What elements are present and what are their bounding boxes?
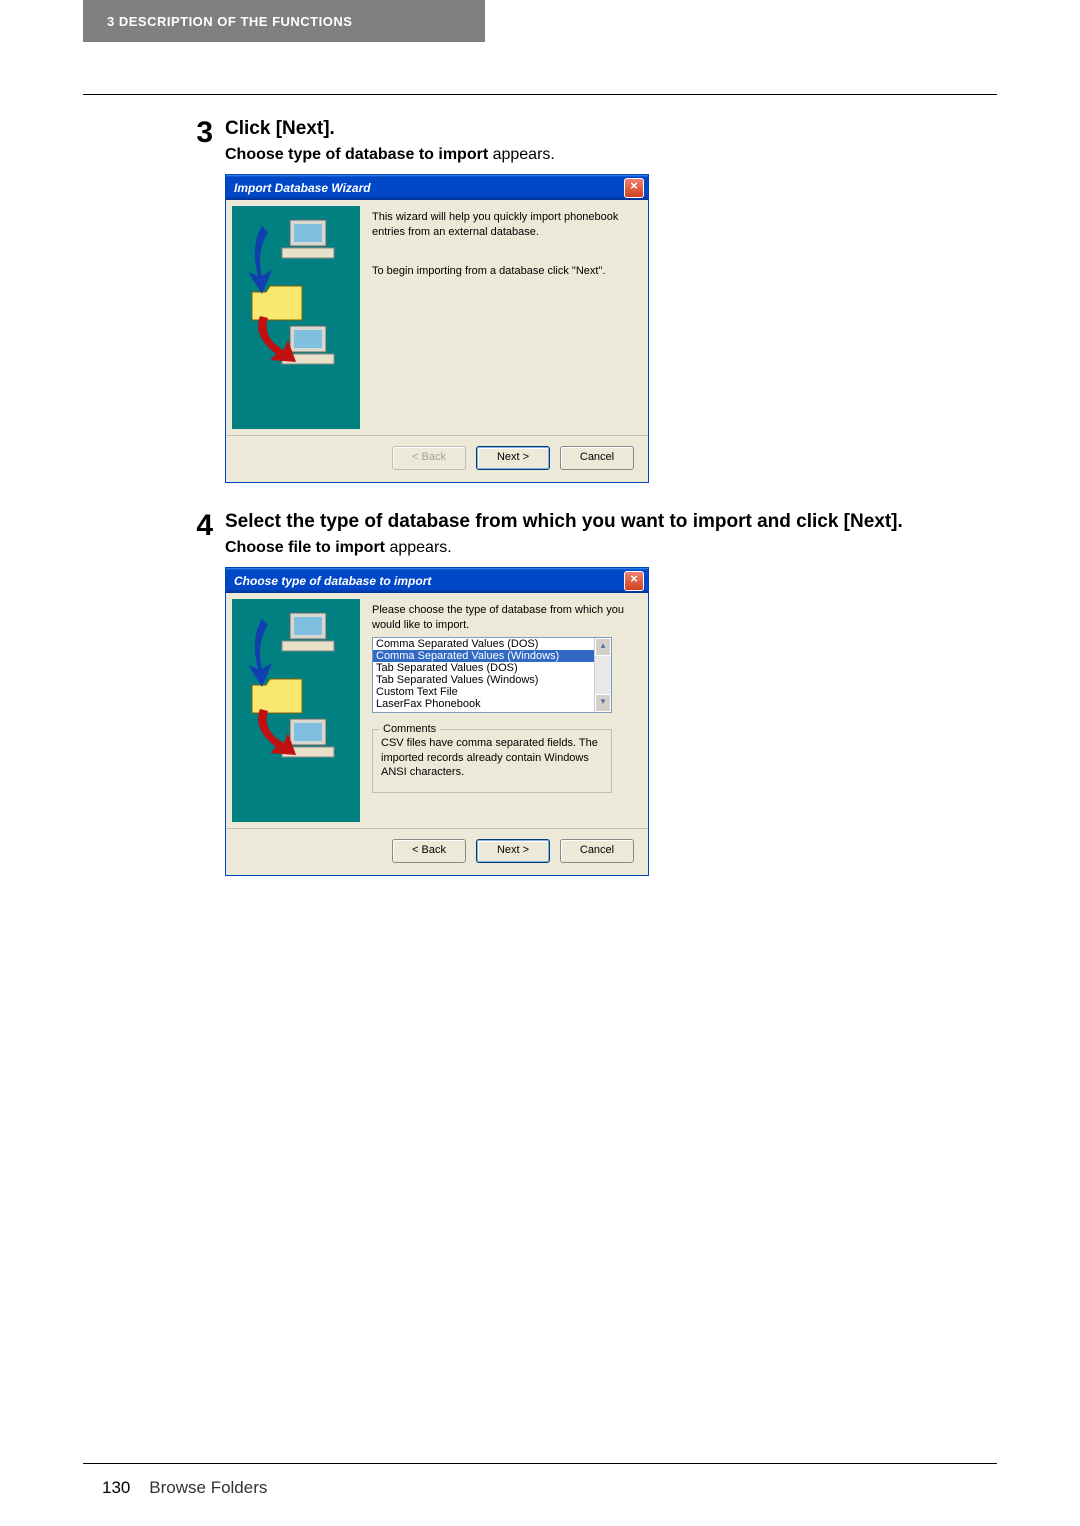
next-button[interactable]: Next > [476,839,550,863]
list-item[interactable]: Tab Separated Values (Windows) [373,674,594,686]
footer-rule [83,1463,997,1464]
scroll-up-icon[interactable]: ▴ [595,638,611,656]
step-number: 3 [83,118,225,483]
close-icon[interactable]: × [624,178,644,198]
wizard-graphic [232,599,360,822]
top-rule [83,94,997,95]
footer-section: Browse Folders [149,1478,267,1497]
dialog-title: Choose type of database to import [234,574,431,588]
comments-text: CSV files have comma separated fields. T… [381,736,603,781]
comments-label: Comments [379,722,440,737]
back-button[interactable]: < Back [392,839,466,863]
step-4: 4 Select the type of database from which… [83,511,997,876]
database-type-list[interactable]: Comma Separated Values (DOS)Comma Separa… [372,637,612,713]
cancel-button[interactable]: Cancel [560,839,634,863]
dialog-body-text: Please choose the type of database from … [366,593,648,828]
scrollbar[interactable]: ▴ ▾ [594,638,611,712]
list-item[interactable]: LaserFax Phonebook [373,698,594,710]
arrow-down-icon [248,226,272,294]
step-number: 4 [83,511,225,876]
step-subtitle: Choose file to import appears. [225,539,997,557]
button-row: < Back Next > Cancel [226,828,648,875]
import-wizard-dialog: Import Database Wizard × [225,174,649,483]
close-icon[interactable]: × [624,571,644,591]
wizard-graphic [232,206,360,429]
list-item[interactable]: Comma Separated Values (DOS) [373,638,594,650]
step-3: 3 Click [Next]. Choose type of database … [83,118,997,483]
content-area: 3 Click [Next]. Choose type of database … [83,100,997,876]
titlebar[interactable]: Import Database Wizard × [226,175,648,200]
section-header: 3 DESCRIPTION OF THE FUNCTIONS [83,0,485,42]
back-button: < Back [392,446,466,470]
choose-type-dialog: Choose type of database to import × [225,567,649,876]
step-title: Select the type of database from which y… [225,511,997,533]
list-item[interactable]: Comma Separated Values (Windows) [373,650,594,662]
titlebar[interactable]: Choose type of database to import × [226,568,648,593]
step-title: Click [Next]. [225,118,997,140]
scroll-down-icon[interactable]: ▾ [595,694,611,712]
dialog-title: Import Database Wizard [234,181,371,195]
footer: 130 Browse Folders [102,1478,267,1498]
dialog-body-text: This wizard will help you quickly import… [366,200,648,435]
arrow-down-icon [248,619,272,687]
step-subtitle: Choose type of database to import appear… [225,146,997,164]
list-item[interactable]: Tab Separated Values (DOS) [373,662,594,674]
document-page: 3 DESCRIPTION OF THE FUNCTIONS 3 Click [… [0,0,1080,1526]
page-number: 130 [102,1478,130,1497]
list-item[interactable]: Custom Text File [373,686,594,698]
button-row: < Back Next > Cancel [226,435,648,482]
comments-group: Comments CSV files have comma separated … [372,729,612,794]
next-button[interactable]: Next > [476,446,550,470]
cancel-button[interactable]: Cancel [560,446,634,470]
